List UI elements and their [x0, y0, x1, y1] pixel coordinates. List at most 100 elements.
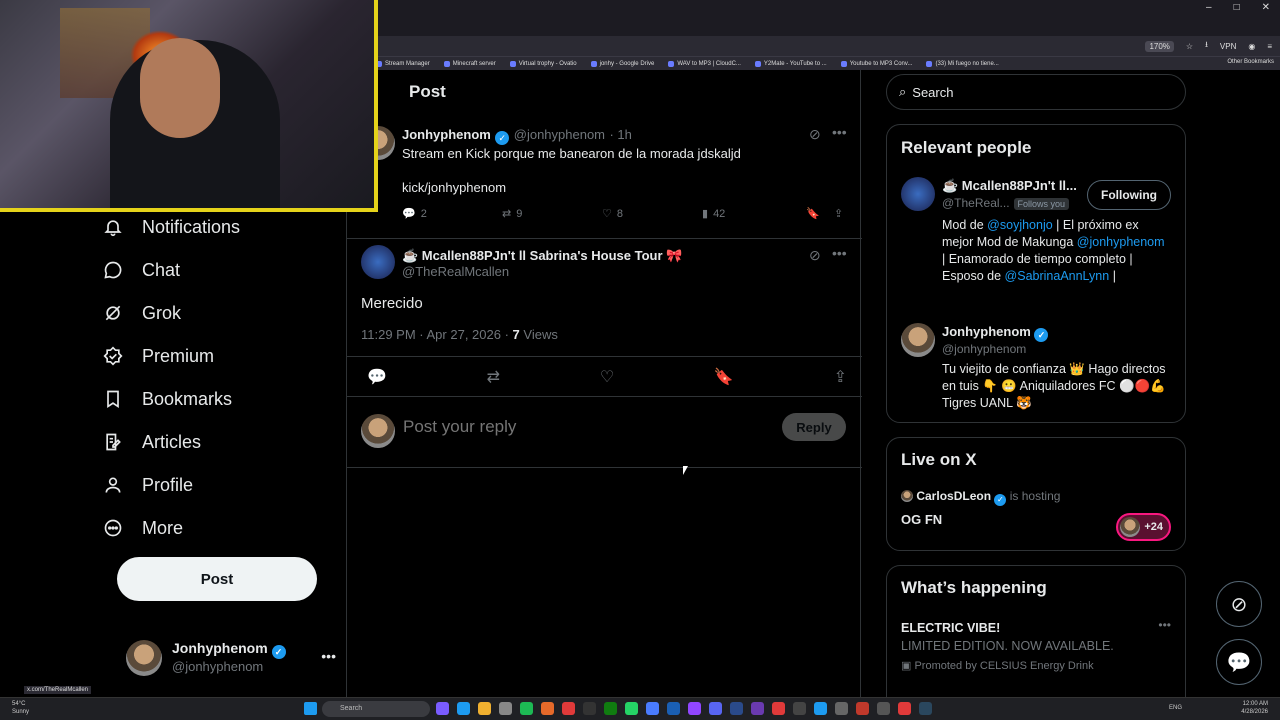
taskbar-app-icon[interactable]: [709, 702, 722, 715]
relevant-person[interactable]: Jonhyphenom ✓ @jonhyphenom Tu viejito de…: [901, 323, 1173, 418]
person-name[interactable]: Jonhyphenom: [942, 324, 1031, 339]
nav-notifications[interactable]: Notifications: [102, 210, 240, 244]
tweet-author-handle[interactable]: @jonhyphenom: [514, 127, 605, 142]
avatar[interactable]: [901, 177, 935, 211]
repost-icon[interactable]: ⇄: [487, 367, 500, 387]
taskbar-search[interactable]: Search: [322, 701, 430, 717]
reply-icon[interactable]: 💬: [367, 367, 387, 387]
avatar[interactable]: [361, 245, 395, 279]
grok-icon[interactable]: ⊘: [809, 126, 821, 143]
nav-profile[interactable]: Profile: [102, 468, 193, 502]
nav-articles[interactable]: Articles: [102, 425, 201, 459]
taskbar-app-icon[interactable]: [898, 702, 911, 715]
live-host-row[interactable]: CarlosDLeon ✓ is hosting: [901, 489, 1060, 506]
taskbar-app-icon[interactable]: [688, 702, 701, 715]
more-dots-icon[interactable]: •••: [832, 124, 847, 140]
taskbar-app-icon[interactable]: [436, 702, 449, 715]
person-name[interactable]: ☕ Mcallen88PJn't ll...: [942, 178, 1077, 194]
star-icon[interactable]: ☆: [1186, 42, 1193, 51]
taskbar-app-icon[interactable]: [835, 702, 848, 715]
reply-button[interactable]: Reply: [782, 413, 846, 441]
extensions-icon[interactable]: ◉: [1248, 42, 1255, 51]
taskbar-app-icon[interactable]: [562, 702, 575, 715]
other-bookmarks[interactable]: Other Bookmarks: [1227, 59, 1274, 65]
tweet-link[interactable]: kick/jonhyphenom: [402, 179, 506, 196]
bookmark-item[interactable]: Virtual trophy - Ovatio: [509, 60, 577, 67]
download-icon[interactable]: ⭳: [1205, 39, 1208, 53]
bookmark-icon[interactable]: 🔖: [806, 207, 834, 220]
taskbar-app-icon[interactable]: [646, 702, 659, 715]
search-box[interactable]: ⌕ Search: [886, 74, 1186, 110]
account-switcher[interactable]: Jonhyphenom ✓ @jonhyphenom •••: [126, 638, 336, 678]
clock[interactable]: 12:00 AM 4/28/2026: [1241, 700, 1268, 716]
reply-action[interactable]: 💬 2: [402, 207, 502, 221]
bookmark-item[interactable]: Minecraft server: [443, 60, 496, 67]
windows-start-icon[interactable]: [304, 702, 317, 715]
space-title[interactable]: OG FN: [901, 512, 942, 527]
mention-link[interactable]: @soyjhonjo: [987, 218, 1053, 232]
taskbar-app-icon[interactable]: [751, 702, 764, 715]
views-action[interactable]: ▮ 42: [702, 207, 806, 221]
nav-premium[interactable]: Premium: [102, 339, 214, 373]
taskbar-app-icon[interactable]: [667, 702, 680, 715]
share-icon[interactable]: ⇪: [834, 367, 847, 387]
trend-headline[interactable]: ELECTRIC VIBE!: [901, 621, 1000, 635]
share-icon[interactable]: ⇪: [834, 207, 843, 220]
minimize-button[interactable]: –: [1206, 2, 1212, 13]
more-dots-icon[interactable]: •••: [321, 648, 336, 664]
taskbar-app-icon[interactable]: [625, 702, 638, 715]
bookmark-icon[interactable]: 🔖: [714, 367, 734, 387]
weather-widget[interactable]: 54°C Sunny: [12, 700, 29, 716]
taskbar-app-icon[interactable]: [877, 702, 890, 715]
repost-action[interactable]: ⇄ 9: [502, 207, 602, 221]
tweet-time[interactable]: · 1h: [609, 127, 631, 142]
grok-icon[interactable]: ⊘: [809, 247, 821, 264]
bookmark-item[interactable]: Y2Mate - YouTube to ...: [754, 60, 827, 67]
vpn-button[interactable]: VPN: [1220, 42, 1236, 51]
chat-fab[interactable]: 💬: [1216, 639, 1262, 685]
taskbar-app-icon[interactable]: [856, 702, 869, 715]
heart-icon[interactable]: ♡: [600, 367, 614, 387]
taskbar-app-icon[interactable]: [520, 702, 533, 715]
listeners-badge[interactable]: +24: [1116, 513, 1171, 541]
bookmark-item[interactable]: WAV to MP3 | CloudC...: [668, 60, 741, 67]
zoom-badge[interactable]: 170%: [1145, 40, 1174, 52]
nav-more[interactable]: More: [102, 511, 183, 545]
tweet-author-name[interactable]: Jonhyphenom: [402, 127, 491, 142]
taskbar-app-icon[interactable]: [541, 702, 554, 715]
bookmark-item[interactable]: Stream Manager: [376, 60, 430, 67]
taskbar-app-icon[interactable]: [772, 702, 785, 715]
bookmark-item[interactable]: (33) Mi fuego no tiene...: [926, 60, 999, 67]
original-tweet[interactable]: Jonhyphenom ✓ @jonhyphenom · 1h ⊘ ••• St…: [347, 120, 862, 230]
taskbar-app-icon[interactable]: [814, 702, 827, 715]
following-button[interactable]: Following: [1087, 180, 1171, 210]
taskbar-app-icon[interactable]: [793, 702, 806, 715]
reply-author-handle[interactable]: @TheRealMcallen: [402, 264, 509, 279]
reply-input[interactable]: [403, 417, 703, 437]
more-dots-icon[interactable]: •••: [832, 245, 847, 261]
nav-chat[interactable]: Chat: [102, 253, 180, 287]
nav-grok[interactable]: Grok: [102, 296, 181, 330]
reply-timestamp[interactable]: 11:29 PM · Apr 27, 2026 ·: [361, 327, 509, 342]
maximize-button[interactable]: □: [1234, 2, 1240, 13]
avatar[interactable]: [901, 323, 935, 357]
mention-link[interactable]: @SabrinaAnnLynn: [1005, 269, 1110, 283]
nav-bookmarks[interactable]: Bookmarks: [102, 382, 232, 416]
taskbar-app-icon[interactable]: [583, 702, 596, 715]
mention-link[interactable]: @jonhyphenom: [1077, 235, 1165, 249]
more-dots-icon[interactable]: •••: [1158, 618, 1171, 632]
taskbar-app-icon[interactable]: [919, 702, 932, 715]
taskbar-app-icon[interactable]: [730, 702, 743, 715]
like-action[interactable]: ♡ 8: [602, 207, 702, 221]
taskbar-app-icon[interactable]: [457, 702, 470, 715]
post-button[interactable]: Post: [117, 557, 317, 601]
bookmark-item[interactable]: jonhy - Google Drive: [590, 60, 654, 67]
reply-author-name[interactable]: ☕ Mcallen88PJn't ll Sabrina's House Tour…: [402, 248, 682, 263]
taskbar-app-icon[interactable]: [604, 702, 617, 715]
language-indicator[interactable]: ENG: [1169, 705, 1182, 711]
grok-fab[interactable]: ⊘: [1216, 581, 1262, 627]
menu-icon[interactable]: ≡: [1267, 42, 1272, 51]
taskbar-app-icon[interactable]: [499, 702, 512, 715]
taskbar-app-icon[interactable]: [478, 702, 491, 715]
close-button[interactable]: ✕: [1262, 2, 1270, 13]
